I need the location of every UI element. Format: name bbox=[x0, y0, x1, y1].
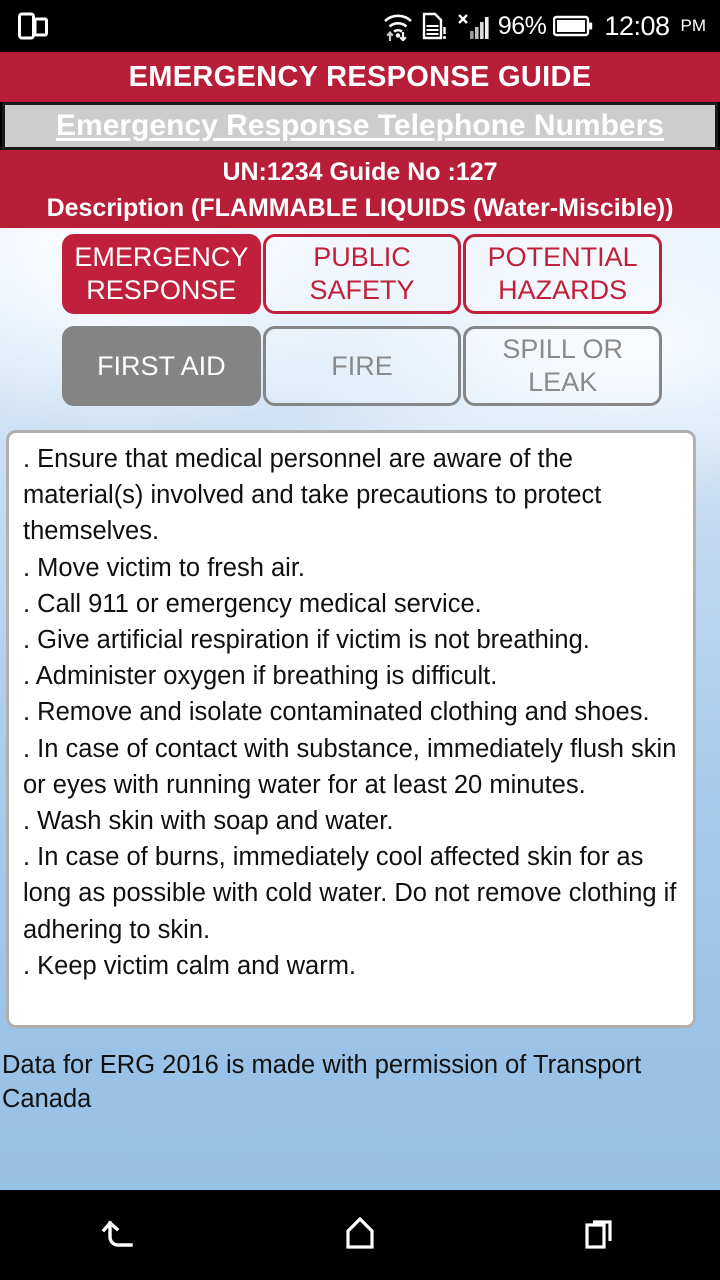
status-bar: 96% 12:08 PM bbox=[0, 0, 720, 52]
back-icon bbox=[97, 1210, 143, 1261]
page-title: EMERGENCY RESPONSE GUIDE bbox=[128, 60, 592, 93]
emergency-phone-numbers-button[interactable]: Emergency Response Telephone Numbers bbox=[2, 102, 718, 150]
button-potential-hazards-line1: POTENTIAL bbox=[487, 242, 638, 272]
button-first-aid-label: FIRST AID bbox=[97, 350, 226, 381]
nav-recents-button[interactable] bbox=[480, 1211, 720, 1260]
content-item: . In case of burns, immediately cool aff… bbox=[23, 843, 677, 944]
content-item: . Move victim to fresh air. bbox=[23, 553, 305, 582]
button-public-safety-line2: SAFETY bbox=[309, 275, 415, 305]
nav-back-button[interactable] bbox=[0, 1210, 240, 1261]
recents-icon bbox=[578, 1211, 622, 1260]
button-spill-or-leak[interactable]: SPILL OR LEAK bbox=[463, 326, 663, 406]
content-item: . In case of contact with substance, imm… bbox=[23, 734, 677, 799]
first-aid-content-panel[interactable]: . Ensure that medical personnel are awar… bbox=[6, 430, 696, 1028]
button-potential-hazards[interactable]: POTENTIAL HAZARDS bbox=[463, 234, 663, 314]
button-row-primary: EMERGENCY RESPONSE PUBLIC SAFETY POTENTI… bbox=[62, 234, 663, 314]
button-potential-hazards-line2: HAZARDS bbox=[498, 275, 628, 305]
section-button-grid: EMERGENCY RESPONSE PUBLIC SAFETY POTENTI… bbox=[62, 234, 663, 406]
content-item: . Give artificial respiration if victim … bbox=[23, 626, 590, 655]
status-bar-right: 96% 12:08 PM bbox=[382, 11, 706, 42]
un-guide-number: UN:1234 Guide No :127 bbox=[222, 158, 498, 186]
status-bar-clock: 12:08 bbox=[604, 10, 670, 41]
attribution-note: Data for ERG 2016 is made with permissio… bbox=[2, 1051, 642, 1113]
signal-no-sim-icon bbox=[455, 11, 489, 41]
content-item: . Call 911 or emergency medical service. bbox=[23, 589, 482, 618]
app-title-banner: EMERGENCY RESPONSE GUIDE bbox=[0, 52, 720, 102]
button-spill-or-leak-label: SPILL OR LEAK bbox=[502, 334, 623, 397]
status-bar-meridiem: PM bbox=[680, 16, 707, 35]
home-icon bbox=[338, 1211, 382, 1260]
system-navigation-bar bbox=[0, 1190, 720, 1280]
button-first-aid[interactable]: FIRST AID bbox=[62, 326, 261, 406]
battery-icon bbox=[553, 14, 593, 38]
emergency-phone-numbers-label: Emergency Response Telephone Numbers bbox=[56, 109, 664, 142]
nav-home-button[interactable] bbox=[240, 1211, 480, 1260]
substance-description: Description (FLAMMABLE LIQUIDS (Water-Mi… bbox=[46, 194, 674, 222]
content-item: . Remove and isolate contaminated clothi… bbox=[23, 698, 650, 727]
button-emergency-response-line1: EMERGENCY bbox=[74, 242, 249, 272]
status-bar-left bbox=[18, 12, 48, 40]
button-public-safety-line1: PUBLIC bbox=[313, 242, 411, 272]
content-item: . Ensure that medical personnel are awar… bbox=[23, 445, 602, 546]
wifi-icon bbox=[382, 11, 414, 41]
substance-info-block: UN:1234 Guide No :127 Description (FLAMM… bbox=[0, 150, 720, 228]
battery-percent-label: 96% bbox=[497, 11, 547, 40]
button-emergency-response-line2: RESPONSE bbox=[86, 275, 237, 305]
content-item: . Keep victim calm and warm. bbox=[23, 951, 357, 980]
content-item: . Administer oxygen if breathing is diff… bbox=[23, 662, 498, 691]
button-row-secondary: FIRST AID FIRE SPILL OR LEAK bbox=[62, 326, 663, 406]
button-emergency-response[interactable]: EMERGENCY RESPONSE bbox=[62, 234, 261, 314]
sd-card-warning-icon bbox=[421, 11, 448, 41]
dual-screen-cast-icon bbox=[18, 12, 48, 40]
button-fire-label: FIRE bbox=[331, 350, 393, 381]
content-item: . Wash skin with soap and water. bbox=[23, 807, 394, 836]
button-public-safety[interactable]: PUBLIC SAFETY bbox=[262, 234, 462, 314]
button-fire[interactable]: FIRE bbox=[262, 326, 462, 406]
